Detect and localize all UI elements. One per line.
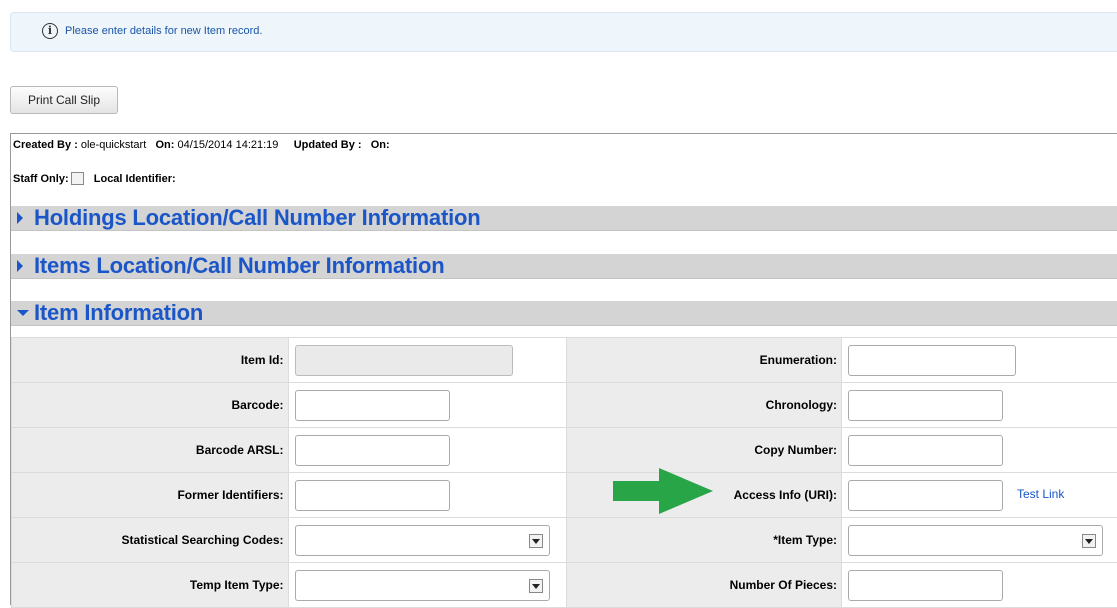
dropdown-arrow-icon <box>1082 534 1096 548</box>
info-banner: i Please enter details for new Item reco… <box>10 12 1117 52</box>
enumeration-input[interactable] <box>848 345 1016 376</box>
dropdown-arrow-icon <box>529 579 543 593</box>
record-meta-row: Created By : ole-quickstart On: 04/15/20… <box>13 139 390 151</box>
barcode-input[interactable] <box>295 390 450 421</box>
staff-only-checkbox[interactable] <box>71 172 84 185</box>
chronology-input[interactable] <box>848 390 1003 421</box>
copy-number-input[interactable] <box>848 435 1003 466</box>
barcode-arsl-input[interactable] <box>295 435 450 466</box>
temp-item-type-label: Temp Item Type: <box>12 563 289 608</box>
number-of-pieces-label: Number Of Pieces: <box>567 563 842 608</box>
item-id-label: Item Id: <box>12 338 289 383</box>
item-id-input <box>295 345 513 376</box>
created-by-value: ole-quickstart <box>81 139 146 151</box>
section-holdings-location[interactable]: Holdings Location/Call Number Informatio… <box>11 206 1117 231</box>
barcode-label: Barcode: <box>12 383 289 428</box>
info-icon: i <box>42 23 58 39</box>
number-of-pieces-input[interactable] <box>848 570 1003 601</box>
section-title: Item Information <box>34 300 203 326</box>
former-identifiers-input[interactable] <box>295 480 450 511</box>
chronology-label: Chronology: <box>567 383 842 428</box>
updated-by-label: Updated By : <box>294 139 362 151</box>
dropdown-arrow-icon <box>529 534 543 548</box>
barcode-arsl-label: Barcode ARSL: <box>12 428 289 473</box>
created-by-label: Created By : <box>13 139 78 151</box>
green-arrow-icon <box>613 468 713 514</box>
access-info-input[interactable] <box>848 480 1003 511</box>
form-row: Statistical Searching Codes: *Item Type: <box>12 518 1117 563</box>
former-identifiers-label: Former Identifiers: <box>12 473 289 518</box>
test-link[interactable]: Test Link <box>1017 487 1064 501</box>
info-message: Please enter details for new Item record… <box>65 25 262 37</box>
section-item-information[interactable]: Item Information <box>11 301 1117 326</box>
form-row: Barcode: Chronology: <box>12 383 1117 428</box>
expand-arrow-icon <box>17 260 23 272</box>
statistical-searching-codes-select[interactable] <box>295 525 550 556</box>
form-row: Item Id: Enumeration: <box>12 338 1117 383</box>
statistical-searching-codes-label: Statistical Searching Codes: <box>12 518 289 563</box>
local-identifier-label: Local Identifier: <box>94 173 176 185</box>
item-type-select[interactable] <box>848 525 1103 556</box>
print-call-slip-button[interactable]: Print Call Slip <box>10 86 118 114</box>
collapse-arrow-icon <box>17 310 29 316</box>
section-title: Items Location/Call Number Information <box>34 253 444 279</box>
temp-item-type-select[interactable] <box>295 570 550 601</box>
created-on-label: On: <box>155 139 174 151</box>
form-row: Former Identifiers: Access Info (URI): T… <box>12 473 1117 518</box>
expand-arrow-icon <box>17 212 23 224</box>
created-on-value: 04/15/2014 14:21:19 <box>177 139 278 151</box>
section-title: Holdings Location/Call Number Informatio… <box>34 205 480 231</box>
form-row: Temp Item Type: Number Of Pieces: <box>12 563 1117 608</box>
form-row: Barcode ARSL: Copy Number: <box>12 428 1117 473</box>
updated-on-label: On: <box>371 139 390 151</box>
enumeration-label: Enumeration: <box>567 338 842 383</box>
staff-only-label: Staff Only: <box>13 173 69 185</box>
staff-row: Staff Only: Local Identifier: <box>13 172 176 185</box>
item-type-label: *Item Type: <box>567 518 842 563</box>
section-items-location[interactable]: Items Location/Call Number Information <box>11 254 1117 279</box>
item-record-panel: Created By : ole-quickstart On: 04/15/20… <box>10 133 1117 605</box>
item-information-form: Item Id: Enumeration: Barcode: Chronolog… <box>11 337 1117 608</box>
copy-number-label: Copy Number: <box>567 428 842 473</box>
